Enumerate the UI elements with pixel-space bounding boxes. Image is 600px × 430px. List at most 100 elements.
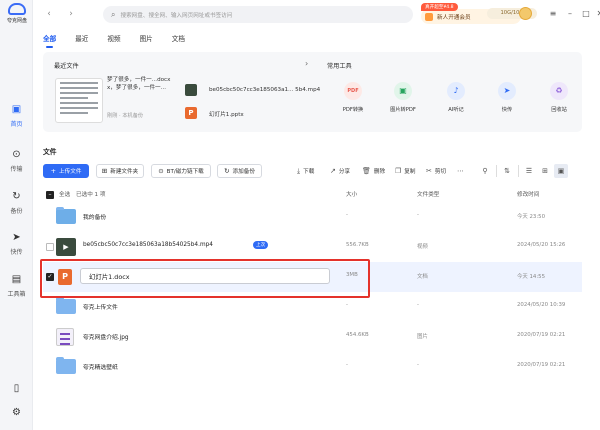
file-type: 图片 [417,334,428,340]
file-size: - [346,302,348,308]
tab-document[interactable]: 文档 [172,34,185,48]
files-title: 文件 [43,148,57,156]
category-tabs: 全部 最近 视频 图片 文档 [43,34,204,48]
menu-icon[interactable]: ≡ [547,9,559,18]
sidebar-item-transfer[interactable]: ⊙ 传输 [0,148,33,173]
mobile-device-button[interactable]: ▯ [0,382,33,396]
copy-label: 复制 [404,169,416,175]
recent-doc-thumbnail[interactable] [55,78,103,123]
highlight-box [40,259,370,298]
sidebar-item-quick-transfer[interactable]: ➤ 快传 [0,231,33,256]
top-bar: ‹ › ⌕ 搜索网盘、搜全网、输入网页网址或书签访问 真开超至¥4.8 新人开通… [33,0,600,30]
col-size[interactable]: 大小 [346,190,357,198]
select-all-checkbox[interactable]: – [46,191,54,199]
gift-icon [425,12,433,21]
tool-recycle-bin[interactable]: ♻ 回收站 [539,82,579,113]
search-input[interactable]: ⌕ 搜索网盘、搜全网、输入网页网址或书签访问 [103,6,413,23]
recent-file-ppt[interactable]: 幻灯片1.pptx [209,110,244,118]
folder-icon [56,297,76,314]
tool-label: 快传 [501,107,513,113]
recent-file-video[interactable]: be05cbc50c7cc3e185063a1... 5b4.mp4 [209,87,320,93]
tool-ai-notes[interactable]: ♪ AI听记 [436,82,476,113]
file-date: 今天 14:55 [517,274,546,280]
filter-icon[interactable]: ⚲ [478,164,492,178]
avatar[interactable] [519,7,532,20]
sidebar-item-backup[interactable]: ↻ 备份 [0,190,33,215]
table-row[interactable]: 夸克精选壁纸 - - 2020/07/19 02:21 [43,352,582,382]
tab-all[interactable]: 全部 [43,34,56,48]
share-label: 分享 [338,169,351,175]
sidebar-item-home[interactable]: ▣ 首页 [0,103,33,128]
file-type: - [417,302,419,308]
tool-quick-transfer[interactable]: ➤ 快传 [487,82,527,113]
grid-view-icon[interactable]: ⊞ [538,164,552,178]
share-button[interactable]: ↗ 分享 [330,164,350,178]
bt-download-button[interactable]: ⊙ BT/磁力链下载 [151,164,211,178]
search-icon: ⌕ [111,9,116,19]
home-icon: ▣ [11,104,22,115]
file-name: be05cbc50c7cc3e185063a18b54025b4.mp4 [83,242,213,248]
row-checkbox[interactable] [46,243,54,251]
table-row[interactable]: ▶ be05cbc50c7cc3e185063a18b54025b4.mp4 上… [43,232,582,262]
table-row[interactable]: 夸克网盘介绍.jpg 454.6KB 图片 2020/07/19 02:21 [43,322,582,352]
file-type: - [417,362,419,368]
file-type: 视频 [417,244,428,250]
delete-button[interactable]: 🗑 删除 [362,164,385,178]
file-date: 2020/07/19 02:21 [517,362,566,368]
tool-pdf-convert[interactable]: PDF PDF转换 [333,82,373,113]
upload-label: 上传文件 [59,169,82,175]
sort-icon[interactable]: ⇅ [500,164,514,178]
copy-button[interactable]: ❐ 复制 [395,164,415,178]
close-icon[interactable]: ✕ [594,9,600,18]
file-date: 2020/07/19 02:21 [517,332,566,338]
file-size: - [346,212,348,218]
file-date: 2024/05/20 10:39 [517,302,566,308]
add-backup-button[interactable]: ↻ 添加备份 [217,164,262,178]
transfer-icon: ⊙ [12,149,21,160]
maximize-icon[interactable]: □ [580,9,592,18]
tab-video[interactable]: 视频 [107,34,120,48]
recent-more-icon[interactable]: › [305,59,308,68]
copy-icon: ❐ [395,167,402,175]
recent-doc-item[interactable]: 梦了很多，一件一...docx x，梦了很多，一件一... [107,76,215,92]
cut-button[interactable]: ✂ 剪切 [426,164,446,178]
back-button[interactable]: ‹ [42,7,56,21]
upload-button[interactable]: + 上传文件 [43,164,89,178]
file-date: 今天 23:50 [517,214,546,220]
tool-label: AI听记 [448,107,464,113]
download-button[interactable]: ⤓ 下载 [297,164,314,178]
pdf-icon: PDF [344,82,362,100]
new-folder-label: 新建文件夹 [110,169,139,175]
sidebar-item-label: 快传 [10,249,23,256]
list-view-icon[interactable]: ☰ [522,164,536,178]
more-actions-button[interactable]: ⋯ [457,164,467,178]
tool-image-to-pdf[interactable]: ▣ 图片转PDF [383,82,423,113]
new-folder-button[interactable]: ⊞ 新建文件夹 [96,164,144,178]
minimize-icon[interactable]: – [564,9,576,18]
large-view-icon[interactable]: ▣ [554,164,568,178]
recent-files-title: 最近文件 [54,63,79,70]
file-size: 454.6KB [346,332,369,338]
bt-download-label: BT/磁力链下载 [166,169,204,175]
forward-button[interactable]: › [64,7,78,21]
select-all-label[interactable]: 全选 [59,190,70,198]
selected-count: 已选中 1 项 [76,192,106,198]
toolbox-icon: ▤ [11,274,22,285]
magnet-icon: ⊙ [158,167,164,175]
col-type[interactable]: 文件类型 [417,190,439,198]
settings-button[interactable]: ⚙ [0,406,33,420]
file-size: 556.7KB [346,242,369,248]
recent-doc-name: 梦了很多，一件一...docx [107,77,171,83]
col-date[interactable]: 修改时间 [517,190,539,198]
tool-label: PDF转换 [342,107,364,113]
tab-image[interactable]: 图片 [140,34,153,48]
tab-recent[interactable]: 最近 [75,34,88,48]
left-sidebar: 夸克网盘 ▣ 首页 ⊙ 传输 ↻ 备份 ➤ 快传 ▤ 工具箱 ▯ ⚙ [0,0,33,430]
table-row[interactable]: 我的备份 - - 今天 23:50 [43,202,582,232]
app-name: 夸克网盘 [6,18,27,24]
image-pdf-icon: ▣ [394,82,412,100]
video-icon [185,84,197,96]
recent-doc-meta: 刚刚 · 本机备份 [107,113,144,119]
app-logo[interactable]: 夸克网盘 [4,3,30,24]
sidebar-item-toolbox[interactable]: ▤ 工具箱 [0,273,33,298]
